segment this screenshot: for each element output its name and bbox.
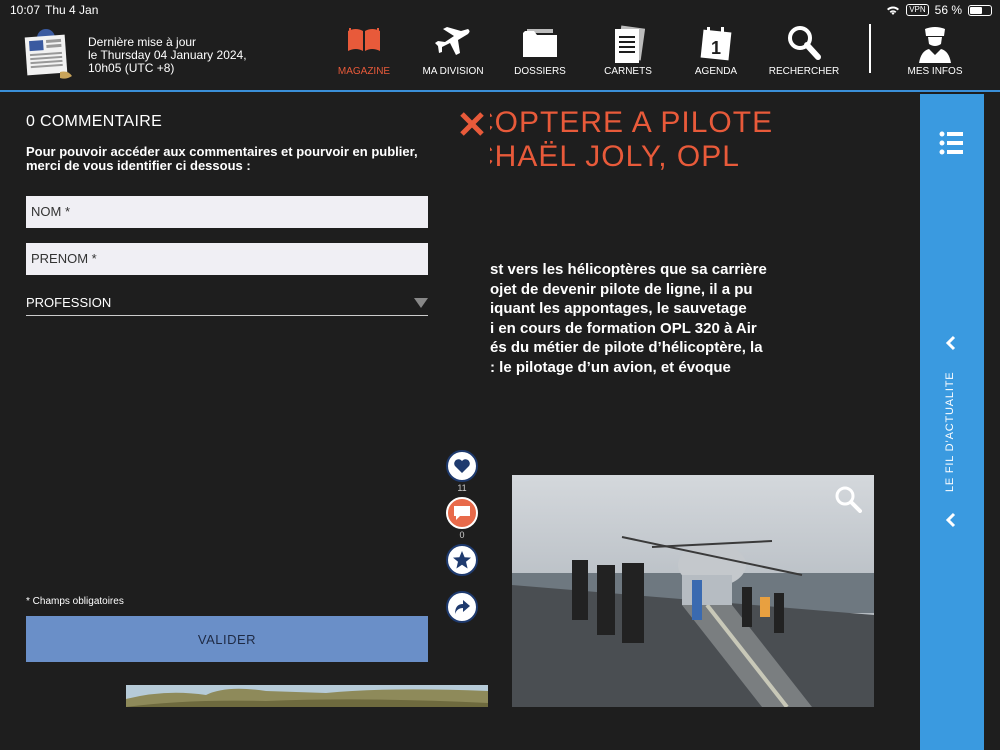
top-navigation: Dernière mise à jour le Thursday 04 Janu… [0,20,1000,92]
nav-label: CARNETS [604,66,652,77]
nav-divider [869,24,871,73]
star-icon [453,551,471,569]
required-note: * Champs obligatoires [26,596,124,607]
like-button[interactable] [446,450,478,482]
chevron-left-icon[interactable] [944,335,958,351]
chevron-left-icon[interactable] [944,512,958,528]
nav-agenda[interactable]: 1 AGENDA [686,20,746,92]
nav-label: RECHERCHER [768,66,840,77]
nav-label: AGENDA [694,66,738,77]
close-icon[interactable] [458,110,486,138]
article-actions: 11 0 [446,450,480,623]
prenom-field[interactable]: PRENOM * [26,243,428,275]
profession-label: PROFESSION [26,295,112,310]
status-time: 10:07 [10,3,41,17]
vpn-badge: VPN [906,4,929,16]
book-icon [348,28,380,51]
comments-intro: Pour pouvoir accéder aux commentaires et… [26,144,418,173]
favorite-button[interactable] [446,544,478,576]
nav-ma-division[interactable]: MA DIVISION [418,20,488,92]
newspaper-logo-icon[interactable] [22,26,74,82]
article-title-line-1: COPTERE A PILOTE [490,106,774,139]
like-count: 11 [457,483,467,493]
article-photo[interactable] [512,475,874,707]
landscape-image-strip [126,685,488,707]
helicopter-deck-image [512,475,874,707]
comments-panel: 0 COMMENTAIRE Pour pouvoir accéder aux c… [0,94,488,750]
list-menu-icon[interactable] [939,130,965,156]
folder-icon [523,29,557,57]
nav-label: MES INFOS [907,66,963,77]
partial-image [126,685,488,707]
nav-rechercher[interactable]: RECHERCHER [768,20,840,92]
news-feed-sidebar[interactable]: LE FIL D’ACTUALITE [920,94,984,750]
pilot-user-icon [919,27,951,63]
comment-button[interactable] [446,497,478,529]
wifi-icon [887,6,900,15]
comment-count: 0 [459,530,465,540]
nav-label: DOSSIERS [514,66,566,77]
nav-label: MAGAZINE [337,66,391,77]
nav-label: MA DIVISION [422,66,484,77]
news-feed-label: LE FIL D’ACTUALITE [944,371,956,492]
profession-select[interactable]: PROFESSION [26,290,428,316]
comments-title: 0 COMMENTAIRE [26,113,163,130]
zoom-icon[interactable] [834,485,862,513]
nav-dossiers[interactable]: DOSSIERS [510,20,570,92]
status-bar: 10:07 Thu 4 Jan VPN 56 % [0,0,1000,20]
battery-percent: 56 % [934,3,962,17]
airplane-icon [435,27,470,55]
nom-field[interactable]: NOM * [26,196,428,228]
notebook-icon [615,25,645,63]
calendar-day-number: 1 [711,38,721,58]
share-arrow-icon [455,600,470,614]
valider-button[interactable]: VALIDER [26,616,428,662]
article-title: COPTERE A PILOTE CHAËL JOLY, OPL [490,106,820,174]
article-intro: st vers les hélicoptères que sa carrière… [490,261,767,376]
article-view: COPTERE A PILOTE CHAËL JOLY, OPL st vers… [440,94,920,750]
nav-mes-infos[interactable]: MES INFOS [904,20,966,92]
battery-icon [968,4,992,16]
share-button[interactable] [446,591,478,623]
search-icon [788,26,821,60]
heart-icon [454,459,470,473]
status-date: Thu 4 Jan [45,3,99,17]
nav-carnets[interactable]: CARNETS [598,20,658,92]
article-title-line-2: CHAËL JOLY, OPL [490,140,740,173]
nav-magazine[interactable]: MAGAZINE [334,20,394,92]
status-indicators: VPN 56 % [886,3,992,17]
comment-icon [454,506,470,520]
update-line-3: 10h05 (UTC +8) [88,61,175,75]
last-update-text: Dernière mise à jour le Thursday 04 Janu… [88,36,288,75]
dropdown-caret-icon [414,298,428,308]
calendar-icon: 1 [700,27,732,61]
